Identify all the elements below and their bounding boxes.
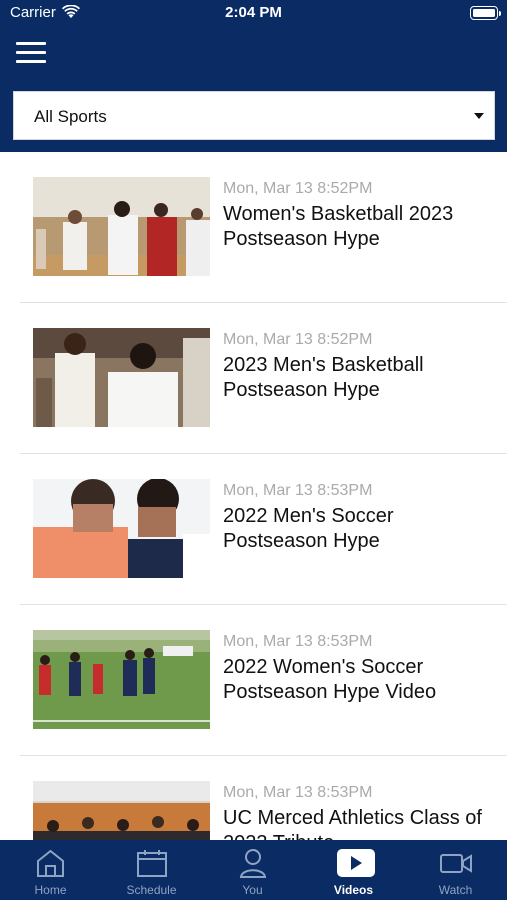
video-title: 2022 Women's Soccer Postseason Hype Vide… [223, 656, 437, 703]
video-date: Mon, Mar 13 8:52PM [223, 331, 373, 348]
tab-you[interactable]: You [202, 840, 303, 900]
video-date: Mon, Mar 13 8:53PM [223, 633, 373, 650]
tab-label: Home [34, 883, 67, 897]
person-icon [239, 849, 267, 878]
video-title: UC Merced Athletics Class of 2023 Tribut… [223, 807, 482, 840]
tab-home[interactable]: Home [0, 840, 101, 900]
tab-label: Watch [438, 883, 473, 897]
video-title: Women's Basketball 2023 Postseason Hype [223, 203, 454, 250]
video-date: Mon, Mar 13 8:52PM [223, 180, 373, 197]
video-title: 2023 Men's Basketball Postseason Hype [223, 354, 424, 401]
video-item[interactable]: Mon, Mar 13 8:52PM 2023 Men's Basketball… [0, 303, 507, 454]
status-time: 2:04 PM [225, 4, 282, 21]
home-icon [37, 849, 64, 877]
tab-label: Schedule [126, 883, 177, 897]
video-item[interactable]: Mon, Mar 13 8:53PM UC Merced Athletics C… [0, 756, 507, 840]
tab-label: You [242, 883, 263, 897]
hamburger-menu-button[interactable] [16, 42, 46, 64]
caret-down-icon [474, 113, 484, 119]
bottom-tab-bar: Home Schedule You Videos Watch [0, 840, 507, 900]
tab-label: Videos [333, 883, 374, 897]
video-thumbnail [33, 328, 210, 427]
video-camera-icon [440, 854, 472, 873]
tab-watch[interactable]: Watch [404, 840, 507, 900]
video-date: Mon, Mar 13 8:53PM [223, 482, 373, 499]
video-item[interactable]: Mon, Mar 13 8:53PM 2022 Men's Soccer Pos… [0, 454, 507, 605]
status-bar: Carrier 2:04 PM [0, 0, 507, 28]
video-item[interactable]: Mon, Mar 13 8:52PM Women's Basketball 20… [0, 152, 507, 303]
video-thumbnail [33, 177, 210, 276]
battery-icon [470, 6, 501, 20]
app-header: Carrier 2:04 PM All Sports [0, 0, 507, 152]
tab-videos[interactable]: Videos [303, 840, 404, 900]
tab-schedule[interactable]: Schedule [101, 840, 202, 900]
video-item[interactable]: Mon, Mar 13 8:53PM 2022 Women's Soccer P… [0, 605, 507, 756]
calendar-icon [137, 850, 167, 877]
video-thumbnail [33, 630, 210, 729]
video-thumbnail [33, 479, 210, 578]
sport-filter-select[interactable]: All Sports [13, 91, 495, 140]
play-icon [337, 849, 375, 877]
video-thumbnail [33, 781, 210, 840]
sport-filter-value: All Sports [34, 107, 107, 126]
video-date: Mon, Mar 13 8:53PM [223, 784, 373, 801]
video-title: 2022 Men's Soccer Postseason Hype [223, 505, 394, 552]
video-list[interactable]: Mon, Mar 13 8:52PM Women's Basketball 20… [0, 152, 507, 840]
